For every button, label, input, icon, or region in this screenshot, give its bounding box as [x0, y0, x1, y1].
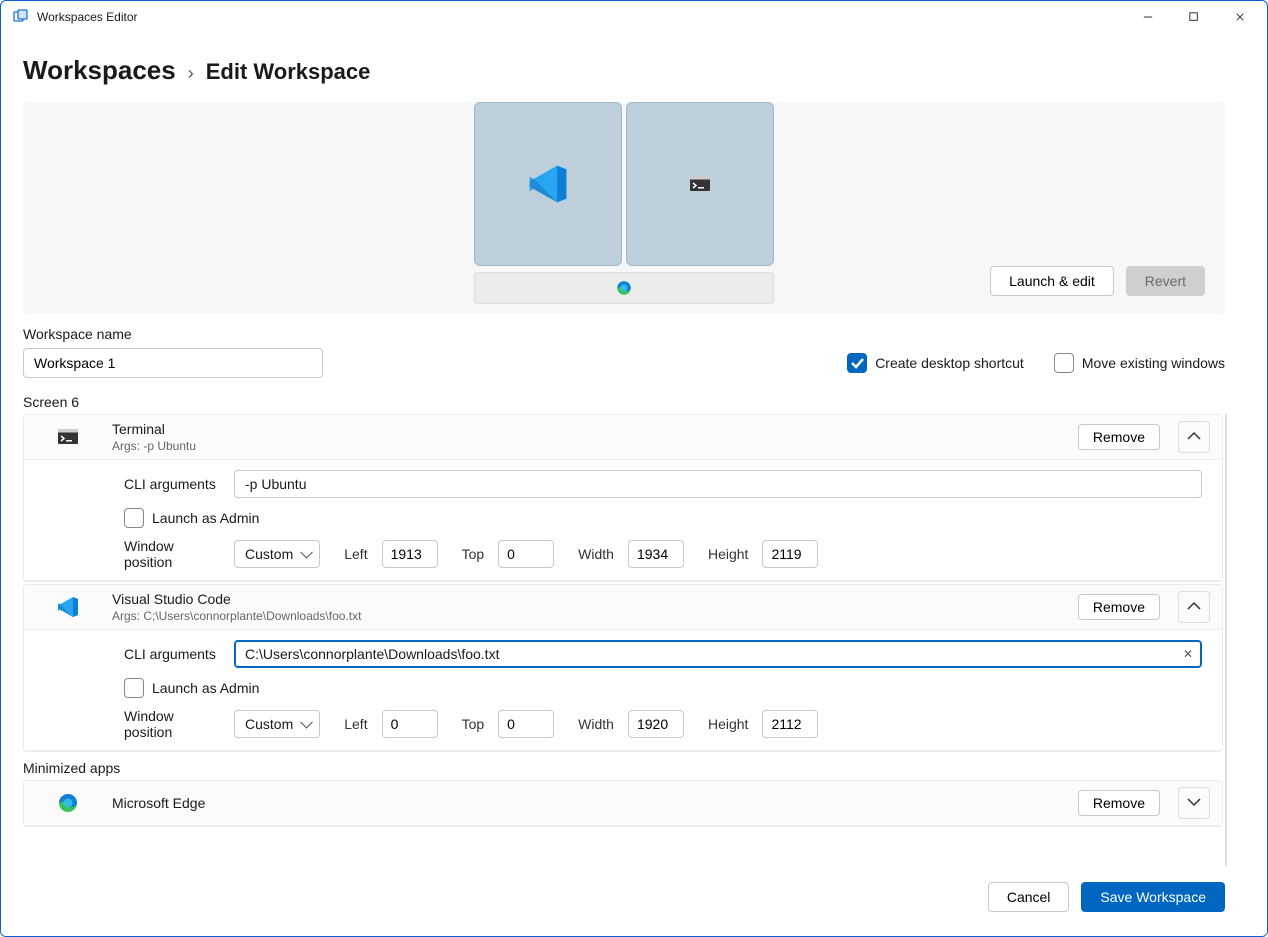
create-shortcut-checkbox[interactable]: Create desktop shortcut [847, 353, 1024, 373]
minimized-label: Minimized apps [23, 760, 1223, 776]
app-body: CLI arguments C:\Users\connorplante\Down… [24, 630, 1222, 751]
height-label: Height [708, 716, 748, 732]
window-position-label: Window position [124, 538, 220, 570]
edge-icon [56, 791, 80, 815]
top-label: Top [462, 546, 485, 562]
preview-card: Launch & edit Revert [23, 102, 1225, 314]
launch-as-admin-checkbox[interactable]: Launch as Admin [124, 678, 259, 698]
app-body: CLI arguments -p Ubuntu Launch as Admin … [24, 460, 1222, 581]
cli-arguments-label: CLI arguments [124, 646, 220, 662]
preview-area [474, 102, 774, 304]
content: Workspaces › Edit Workspace [1, 33, 1267, 866]
checkbox-icon [124, 508, 144, 528]
create-shortcut-label: Create desktop shortcut [875, 355, 1024, 371]
workspace-settings-row: Workspace name Create desktop shortcut M… [23, 326, 1225, 386]
breadcrumb-root[interactable]: Workspaces [23, 55, 176, 86]
workspace-name-label: Workspace name [23, 326, 1225, 342]
position-mode-select[interactable]: Custom [234, 710, 320, 738]
cli-arguments-input[interactable]: C:\Users\connorplante\Downloads\foo.txt … [234, 640, 1202, 668]
top-input[interactable] [498, 540, 554, 568]
window-position-label: Window position [124, 708, 220, 740]
cli-arguments-input[interactable]: -p Ubuntu [234, 470, 1202, 498]
app-name: Visual Studio Code [112, 591, 1066, 607]
height-input[interactable] [762, 710, 818, 738]
window-title: Workspaces Editor [37, 10, 137, 24]
move-windows-label: Move existing windows [1082, 355, 1225, 371]
collapse-button[interactable] [1178, 421, 1210, 453]
launch-as-admin-label: Launch as Admin [152, 680, 259, 696]
app-block: Visual Studio Code Args: C;\Users\connor… [23, 584, 1223, 752]
chevron-right-icon: › [188, 63, 194, 84]
cli-arguments-label: CLI arguments [124, 476, 220, 492]
width-input[interactable] [628, 710, 684, 738]
preview-tile-vscode[interactable] [474, 102, 622, 266]
chevron-down-icon [1184, 793, 1204, 813]
screen-label: Screen 6 [23, 394, 1225, 410]
checkbox-icon [847, 353, 867, 373]
top-input[interactable] [498, 710, 554, 738]
app-icon [13, 9, 29, 25]
checkbox-icon [124, 678, 144, 698]
preview-tile-terminal[interactable] [626, 102, 774, 266]
expand-button[interactable] [1178, 787, 1210, 819]
chevron-up-icon [1184, 427, 1204, 447]
app-block: Microsoft Edge Remove [23, 780, 1223, 827]
apps-scroll[interactable]: Terminal Args: -p Ubuntu Remove CLI argu… [23, 414, 1227, 866]
width-input[interactable] [628, 540, 684, 568]
maximize-button[interactable] [1171, 1, 1217, 33]
width-label: Width [578, 546, 614, 562]
edge-icon [615, 279, 633, 297]
vscode-icon [56, 595, 80, 619]
left-input[interactable] [382, 710, 438, 738]
left-label: Left [344, 546, 367, 562]
titlebar: Workspaces Editor [1, 1, 1267, 33]
app-header: Visual Studio Code Args: C;\Users\connor… [24, 585, 1222, 630]
app-args-summary: Args: -p Ubuntu [112, 439, 1066, 453]
launch-as-admin-label: Launch as Admin [152, 510, 259, 526]
workspace-name-input[interactable] [23, 348, 323, 378]
terminal-icon [56, 425, 80, 449]
chevron-up-icon [1184, 597, 1204, 617]
vscode-icon [526, 162, 570, 206]
checkbox-icon [1054, 353, 1074, 373]
width-label: Width [578, 716, 614, 732]
collapse-button[interactable] [1178, 591, 1210, 623]
remove-button[interactable]: Remove [1078, 790, 1160, 816]
remove-button[interactable]: Remove [1078, 594, 1160, 620]
save-workspace-button[interactable]: Save Workspace [1081, 882, 1225, 912]
window: Workspaces Editor Workspaces › Edit Work… [0, 0, 1268, 937]
cancel-button[interactable]: Cancel [988, 882, 1070, 912]
left-label: Left [344, 716, 367, 732]
app-header: Microsoft Edge Remove [24, 781, 1222, 826]
footer: Cancel Save Workspace [1, 866, 1267, 936]
preview-taskbar [474, 272, 774, 304]
position-mode-select[interactable]: Custom [234, 540, 320, 568]
revert-button[interactable]: Revert [1126, 266, 1205, 296]
move-windows-checkbox[interactable]: Move existing windows [1054, 353, 1225, 373]
app-name: Microsoft Edge [112, 795, 1066, 811]
remove-button[interactable]: Remove [1078, 424, 1160, 450]
app-name: Terminal [112, 421, 1066, 437]
launch-as-admin-checkbox[interactable]: Launch as Admin [124, 508, 259, 528]
launch-edit-button[interactable]: Launch & edit [990, 266, 1114, 296]
page-title: Edit Workspace [206, 59, 371, 85]
minimize-button[interactable] [1125, 1, 1171, 33]
height-input[interactable] [762, 540, 818, 568]
terminal-icon [688, 172, 712, 196]
app-args-summary: Args: C;\Users\connorplante\Downloads\fo… [112, 609, 1066, 623]
app-block: Terminal Args: -p Ubuntu Remove CLI argu… [23, 414, 1223, 582]
height-label: Height [708, 546, 748, 562]
clear-icon[interactable]: ✕ [1183, 647, 1193, 661]
close-button[interactable] [1217, 1, 1263, 33]
breadcrumb: Workspaces › Edit Workspace [23, 55, 1225, 86]
app-header: Terminal Args: -p Ubuntu Remove [24, 415, 1222, 460]
left-input[interactable] [382, 540, 438, 568]
top-label: Top [462, 716, 485, 732]
